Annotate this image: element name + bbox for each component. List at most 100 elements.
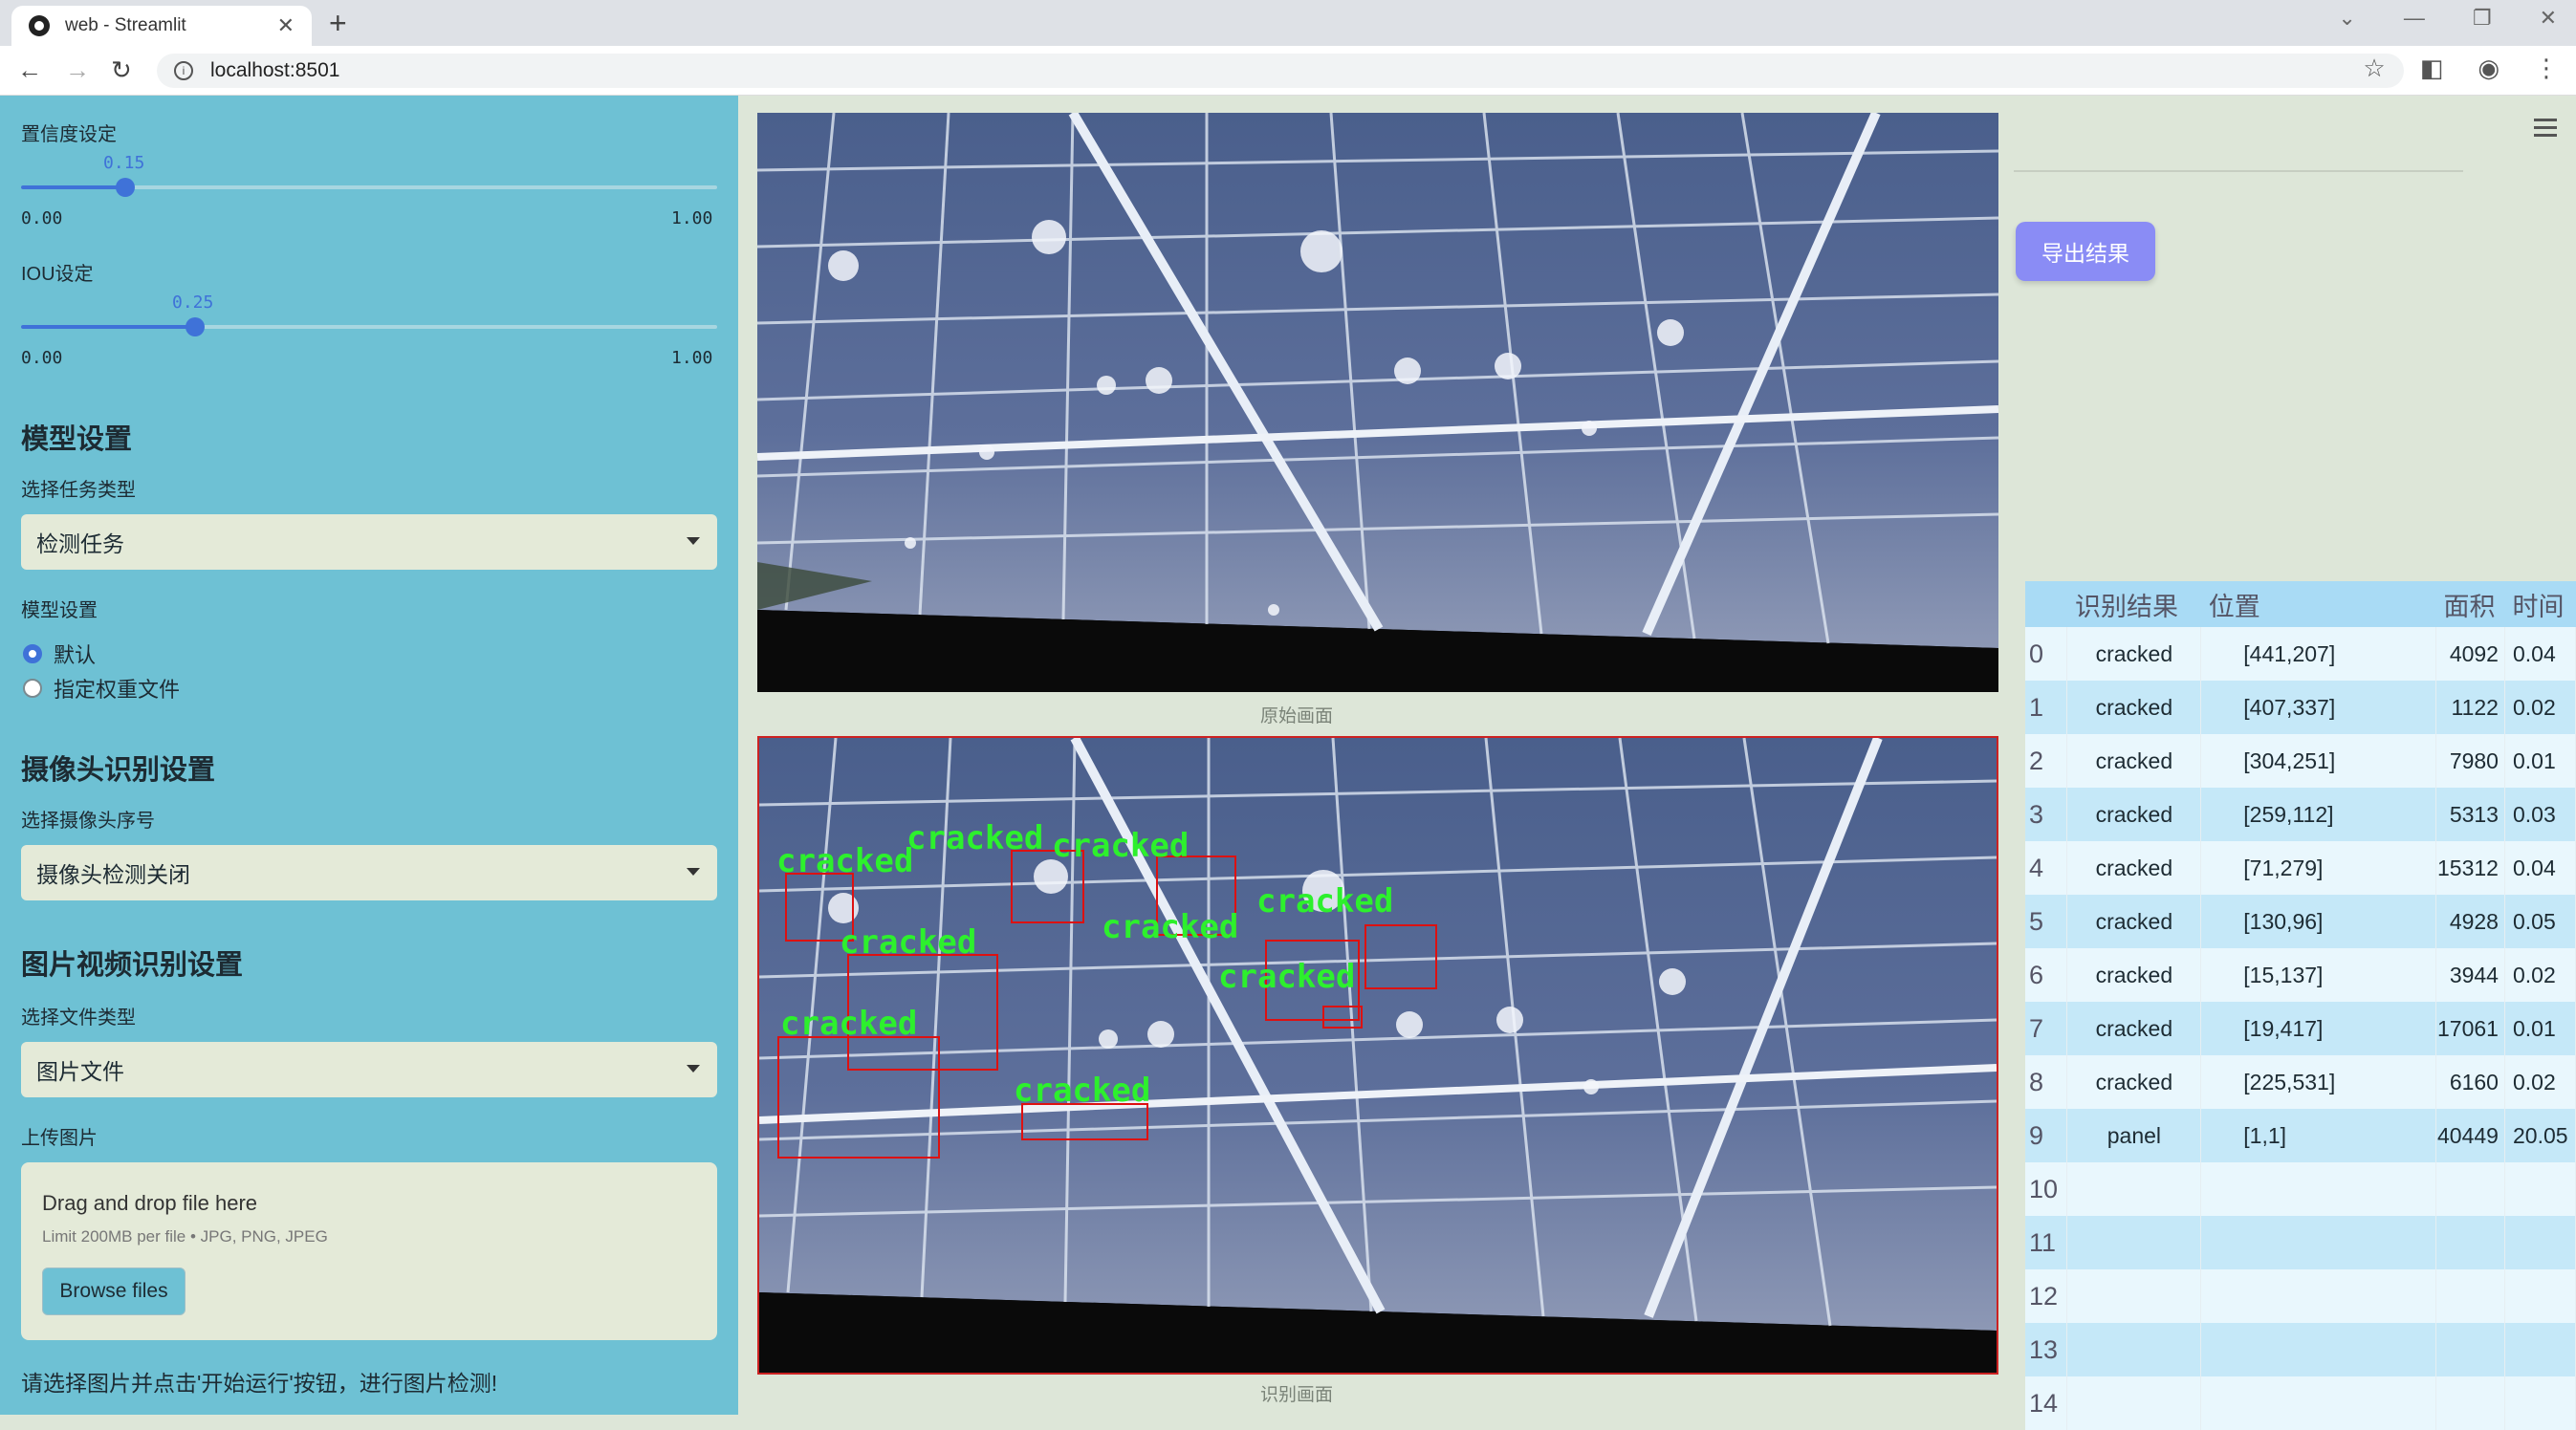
profile-icon[interactable]: ◉ [2478,54,2500,83]
radio-custom-weights[interactable]: 指定权重文件 [23,673,180,704]
row-position: [15,137] [2200,948,2436,1002]
tab-title: web - Streamlit [65,15,186,35]
row-area [2435,1323,2505,1376]
file-type-value: 图片文件 [36,1059,124,1084]
hamburger-menu-icon[interactable] [2534,119,2557,141]
table-row[interactable]: 11 [2025,1216,2576,1269]
row-position: [1,1] [2200,1109,2436,1162]
table-row[interactable]: 5 cracked [130,96] 4928 0.05 [2025,895,2576,948]
detection-photo: cracked cracked cracked cracked cracked … [759,738,1997,1373]
row-position [2200,1216,2436,1269]
row-result: cracked [2066,681,2202,734]
col-area-header[interactable]: 面积 [2435,581,2505,627]
confidence-max: 1.00 [671,208,713,228]
iou-min: 0.00 [21,348,63,368]
results-body: 0 cracked [441,207] 4092 0.04 1 cracked [407,33… [2025,627,2576,1430]
radio-custom-weights-label: 指定权重文件 [54,678,181,702]
address-bar-row: ← → ↻ i localhost:8501 [0,46,2576,96]
row-index: 0 [2025,627,2068,681]
row-result: cracked [2066,1002,2202,1055]
row-index: 9 [2025,1109,2068,1162]
task-type-select[interactable]: 检测任务 [21,514,717,570]
task-type-label: 选择任务类型 [21,480,136,501]
table-row[interactable]: 13 [2025,1323,2576,1376]
file-type-select[interactable]: 图片文件 [21,1042,717,1097]
row-time: 20.05 [2504,1109,2576,1162]
table-row[interactable]: 12 [2025,1269,2576,1323]
file-settings-header: 图片视频识别设置 [21,950,244,981]
forward-icon[interactable]: → [65,55,90,85]
confidence-slider-thumb[interactable] [116,178,135,197]
row-result: cracked [2066,841,2202,895]
tab-search-icon[interactable]: ⌄ [2338,6,2355,31]
restore-icon[interactable]: ❐ [2473,6,2492,31]
iou-value: 0.25 [172,292,214,313]
col-result-header[interactable]: 识别结果 [2066,581,2201,627]
result-caption: 识别画面 [1260,1385,1334,1405]
col-time-header[interactable]: 时间 [2504,581,2576,627]
row-index: 6 [2025,948,2068,1002]
table-row[interactable]: 3 cracked [259,112] 5313 0.03 [2025,788,2576,841]
original-caption: 原始画面 [1260,706,1334,726]
table-row[interactable]: 8 cracked [225,531] 6160 0.02 [2025,1055,2576,1109]
radio-default[interactable]: 默认 [23,639,96,669]
row-index: 7 [2025,1002,2068,1055]
label-2: cracked [1052,827,1189,865]
row-area: 7980 [2435,734,2505,788]
row-time: 0.02 [2504,1055,2576,1109]
tab-close-icon[interactable]: ✕ [277,13,295,38]
row-index: 4 [2025,841,2068,895]
original-image [757,113,1998,692]
iou-slider-thumb[interactable] [186,317,205,336]
label-8: cracked [1014,1072,1150,1110]
file-dropzone[interactable]: Drag and drop file here Limit 200MB per … [21,1162,717,1340]
confidence-slider[interactable] [21,178,717,197]
table-row[interactable]: 10 [2025,1162,2576,1216]
browser-toolbar-icons: ☆ ◧ ◉ ⋮ [2363,54,2559,83]
browser-tab[interactable]: web - Streamlit ✕ [11,6,312,46]
row-index: 2 [2025,734,2068,788]
table-row[interactable]: 7 cracked [19,417] 17061 0.01 [2025,1002,2576,1055]
row-time: 0.01 [2504,734,2576,788]
reload-icon[interactable]: ↻ [111,55,132,85]
site-info-icon[interactable]: i [174,61,193,80]
row-position: [71,279] [2200,841,2436,895]
table-row[interactable]: 14 [2025,1376,2576,1430]
table-row[interactable]: 0 cracked [441,207] 4092 0.04 [2025,627,2576,681]
bookmark-star-icon[interactable]: ☆ [2363,54,2385,83]
browser-tab-bar: web - Streamlit ✕ + ⌄ — ❐ ✕ [0,0,2576,46]
minimize-icon[interactable]: — [2404,6,2425,31]
chevron-down-icon [687,868,700,876]
new-tab-button[interactable]: + [329,6,347,41]
browser-menu-icon[interactable]: ⋮ [2534,54,2559,83]
row-result: cracked [2066,788,2202,841]
confidence-slider-fill [21,185,125,189]
table-row[interactable]: 2 cracked [304,251] 7980 0.01 [2025,734,2576,788]
col-index-header[interactable] [2025,581,2067,627]
url-field[interactable]: i localhost:8501 [157,54,2404,88]
row-time: 0.04 [2504,627,2576,681]
label-0: cracked [776,842,913,880]
col-position-header[interactable]: 位置 [2200,581,2436,627]
row-position [2200,1269,2436,1323]
export-results-button[interactable]: 导出结果 [2016,222,2155,281]
window-close-icon[interactable]: ✕ [2540,6,2557,31]
camera-index-select[interactable]: 摄像头检测关闭 [21,845,717,900]
browse-files-button[interactable]: Browse files [42,1268,186,1315]
table-row[interactable]: 9 panel [1,1] 40449 20.05 [2025,1109,2576,1162]
label-1: cracked [906,819,1043,857]
row-area: 17061 [2435,1002,2505,1055]
row-index: 10 [2025,1162,2068,1216]
confidence-label: 置信度设定 [21,124,117,145]
camera-index-label: 选择摄像头序号 [21,811,155,832]
back-icon[interactable]: ← [17,55,42,85]
table-row[interactable]: 4 cracked [71,279] 15312 0.04 [2025,841,2576,895]
results-table: 识别结果 位置 面积 时间 0 cracked [441,207] 4092 0.04 1… [2025,581,2576,1430]
row-area: 4928 [2435,895,2505,948]
side-panel-icon[interactable]: ◧ [2420,54,2444,83]
table-row[interactable]: 1 cracked [407,337] 1122 0.02 [2025,681,2576,734]
row-position: [441,207] [2200,627,2436,681]
divider [2014,170,2463,172]
iou-slider[interactable] [21,317,717,336]
table-row[interactable]: 6 cracked [15,137] 3944 0.02 [2025,948,2576,1002]
